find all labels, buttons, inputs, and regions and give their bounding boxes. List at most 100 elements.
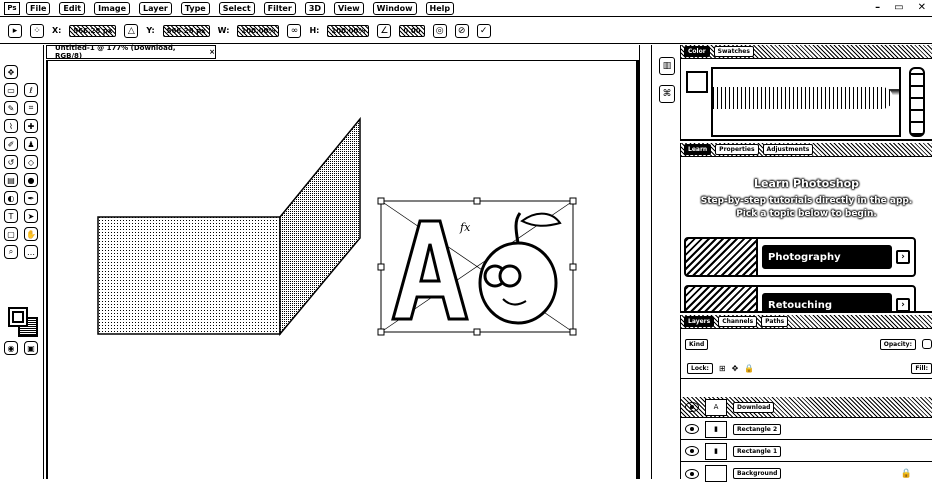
properties-panel-icon[interactable]: ⌘ xyxy=(659,85,675,103)
photography-thumbnail xyxy=(686,239,758,275)
hand-tool-icon[interactable]: ✋ xyxy=(24,227,38,241)
quick-mask-icon[interactable]: ◉ xyxy=(4,341,18,355)
topic-photography[interactable]: Photography › xyxy=(684,237,916,277)
dodge-tool-icon[interactable]: ◐ xyxy=(4,191,18,205)
menu-select[interactable]: Select xyxy=(218,1,255,15)
tab-adjustments[interactable]: Adjustments xyxy=(762,144,814,155)
tab-properties[interactable]: Properties xyxy=(715,144,759,155)
close-icon[interactable]: ✕ xyxy=(918,2,926,13)
topic-retouching[interactable]: Retouching › xyxy=(684,285,916,311)
more-tools-icon[interactable]: … xyxy=(24,245,38,259)
layer-thumbnail: A xyxy=(705,398,727,416)
menu-window[interactable]: Window xyxy=(372,1,417,15)
layer-row-download[interactable]: A Download xyxy=(681,397,932,418)
layer-name: Background xyxy=(733,468,782,479)
quick-select-tool-icon[interactable]: ✎ xyxy=(4,101,18,115)
learn-panel-tabs: Learn Properties Adjustments xyxy=(681,143,932,157)
delta-icon[interactable]: △ xyxy=(124,23,139,38)
foreground-color-swatch[interactable] xyxy=(8,307,28,327)
tab-paths[interactable]: Paths xyxy=(761,316,789,327)
tools-panel: ✥ ▭ ℓ ✎ ⌗ ⌇ ✚ ✐ ♟ ↺ ◇ ▤ ● ◐ ✒ T ➤ ▢ ✋ ⌕ … xyxy=(0,45,44,479)
tab-learn[interactable]: Learn xyxy=(684,144,712,155)
eyedropper-tool-icon[interactable]: ⌇ xyxy=(4,119,18,133)
lock-all-icon[interactable]: 🔒 xyxy=(744,364,754,373)
crop-tool-icon[interactable]: ⌗ xyxy=(24,101,38,115)
lasso-tool-icon[interactable]: ℓ xyxy=(24,83,38,97)
stamp-tool-icon[interactable]: ♟ xyxy=(24,137,38,151)
visibility-eye-icon[interactable] xyxy=(685,424,699,434)
angle-icon[interactable]: ∠ xyxy=(377,23,392,38)
kind-filter-select[interactable]: Kind xyxy=(685,338,709,350)
lock-position-icon[interactable]: ✥ xyxy=(732,364,739,373)
link-icon[interactable]: ∞ xyxy=(287,23,302,38)
tab-color[interactable]: Color xyxy=(684,46,710,57)
y-field[interactable]: 566.28 px xyxy=(162,24,210,37)
color-spectrum[interactable] xyxy=(711,67,901,137)
menu-edit[interactable]: Edit xyxy=(59,1,86,15)
h-field[interactable]: 100.00% xyxy=(327,24,370,37)
document-close-icon[interactable]: × xyxy=(209,48,215,56)
move-tool-icon[interactable]: ✥ xyxy=(4,65,18,79)
color-fg-swatch[interactable] xyxy=(686,71,708,93)
eraser-tool-icon[interactable]: ◇ xyxy=(24,155,38,169)
color-panel-tabs: Color Swatches xyxy=(681,45,932,59)
zoom-tool-icon[interactable]: ⌕ xyxy=(4,245,18,259)
tab-channels[interactable]: Channels xyxy=(718,316,758,327)
lock-pixels-icon[interactable]: ⊞ xyxy=(719,364,726,373)
commit-transform-icon[interactable]: ✓ xyxy=(476,23,491,38)
brush-tool-icon[interactable]: ✐ xyxy=(4,137,18,151)
menu-layer[interactable]: Layer xyxy=(139,1,172,15)
visibility-eye-icon[interactable] xyxy=(685,402,699,412)
tab-layers[interactable]: Layers xyxy=(684,316,715,327)
path-select-tool-icon[interactable]: ➤ xyxy=(24,209,38,223)
document-tab[interactable]: Untitled-1 @ 177% (Download, RGB/8) × xyxy=(46,44,216,60)
topic-photography-label: Photography xyxy=(762,245,892,269)
fill-label[interactable]: Fill: xyxy=(911,363,932,374)
tab-swatches[interactable]: Swatches xyxy=(713,46,754,57)
layer-row-background[interactable]: Background 🔒 xyxy=(681,463,932,484)
opacity-label[interactable]: Opacity: xyxy=(879,338,916,350)
cancel-transform-icon[interactable]: ⊘ xyxy=(454,23,469,38)
shape-tool-icon[interactable]: ▢ xyxy=(4,227,18,241)
menu-filter[interactable]: Filter xyxy=(263,1,296,15)
menu-3d[interactable]: 3D xyxy=(304,1,326,15)
collapsed-panel-dock: ▥ ⌘ xyxy=(651,45,679,479)
menu-help[interactable]: Help xyxy=(425,1,455,15)
reference-point-icon[interactable]: ⁘ xyxy=(30,23,44,38)
warp-icon[interactable]: ◎ xyxy=(432,23,447,38)
layers-panel: Layers Channels Paths Kind Opacity: Lock… xyxy=(680,315,932,482)
menu-type[interactable]: Type xyxy=(180,1,210,15)
move-tool-preset-icon[interactable]: ▸ xyxy=(8,23,22,38)
pen-tool-icon[interactable]: ✒ xyxy=(24,191,38,205)
healing-tool-icon[interactable]: ✚ xyxy=(24,119,38,133)
layer-row-rectangle-2[interactable]: ▮ Rectangle 2 xyxy=(681,419,932,440)
fx-indicator: fx xyxy=(459,221,471,234)
filter-toggle-icon[interactable] xyxy=(922,339,932,349)
menu-file[interactable]: File xyxy=(26,1,51,15)
document-canvas[interactable]: fx xyxy=(46,60,638,479)
angle-field[interactable]: 0.00 xyxy=(399,24,425,37)
shape-layer-thumbnail: ▮ xyxy=(705,442,727,460)
x-field[interactable]: 566.28 px xyxy=(69,24,117,37)
visibility-eye-icon[interactable] xyxy=(685,468,699,479)
blur-tool-icon[interactable]: ● xyxy=(24,173,38,187)
photoshop-logo: Ps xyxy=(4,1,20,15)
menu-view[interactable]: View xyxy=(334,1,364,15)
learn-subtitle: Step-by-step tutorials directly in the a… xyxy=(700,196,913,219)
layer-row-rectangle-1[interactable]: ▮ Rectangle 1 xyxy=(681,441,932,462)
type-tool-icon[interactable]: T xyxy=(4,209,18,223)
y-label: Y: xyxy=(146,26,155,35)
history-brush-tool-icon[interactable]: ↺ xyxy=(4,155,18,169)
gradient-tool-icon[interactable]: ▤ xyxy=(4,173,18,187)
maximize-icon[interactable]: ▭ xyxy=(894,2,903,13)
minimize-icon[interactable]: – xyxy=(875,2,880,13)
w-field[interactable]: 100.00% xyxy=(237,24,280,37)
download-layer-image: fx xyxy=(377,197,577,336)
visibility-eye-icon[interactable] xyxy=(685,446,699,456)
history-panel-icon[interactable]: ▥ xyxy=(659,57,675,75)
menu-image[interactable]: Image xyxy=(94,1,131,15)
screen-mode-icon[interactable]: ▣ xyxy=(24,341,38,355)
hue-slider[interactable] xyxy=(909,67,925,137)
rectangle-2-shape xyxy=(279,116,361,337)
marquee-tool-icon[interactable]: ▭ xyxy=(4,83,18,97)
